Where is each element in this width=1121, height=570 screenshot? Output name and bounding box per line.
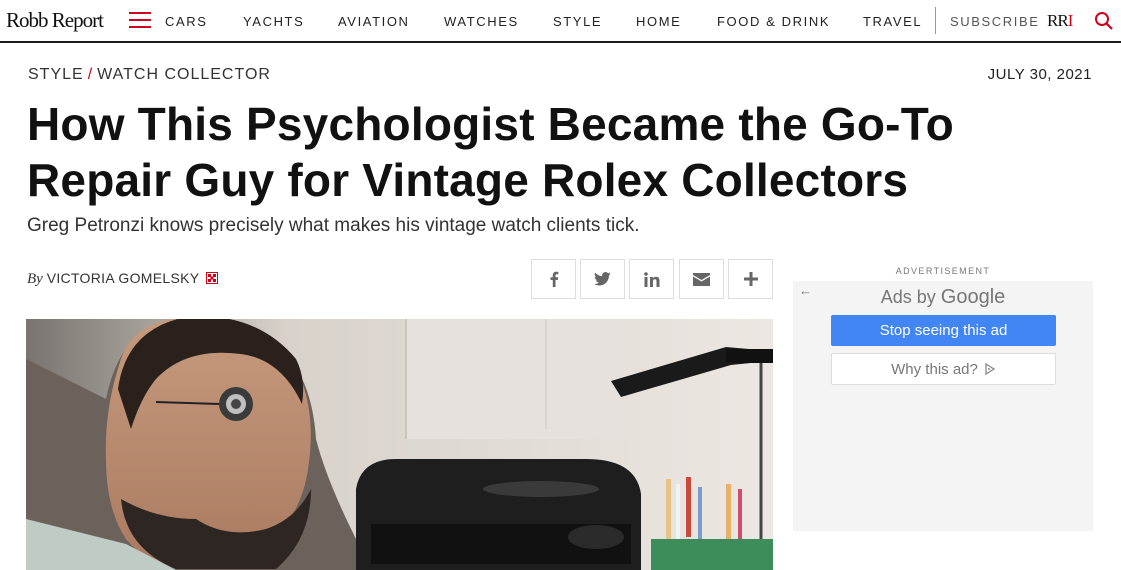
- email-icon: [693, 272, 710, 286]
- top-nav: Robb Report CARS YACHTS AVIATION WATCHES…: [0, 0, 1121, 43]
- breadcrumb: STYLE / WATCH COLLECTOR: [28, 66, 271, 84]
- author-link[interactable]: VICTORIA GOMELSKY: [47, 270, 200, 286]
- why-this-ad-label: Why this ad?: [891, 360, 978, 378]
- ad-container: ← Ads by Google Stop seeing this ad Why …: [793, 281, 1093, 531]
- rr-mark-right: I: [1067, 11, 1074, 30]
- nav-item-food-drink[interactable]: FOOD & DRINK: [717, 14, 863, 29]
- nav-item-yachts[interactable]: YACHTS: [243, 14, 338, 29]
- nav-item-watches[interactable]: WATCHES: [444, 14, 553, 29]
- publish-date: JULY 30, 2021: [987, 66, 1092, 83]
- breadcrumb-separator: /: [87, 66, 94, 83]
- nav-item-cars[interactable]: CARS: [165, 14, 243, 29]
- byline: By VICTORIA GOMELSKY: [27, 270, 219, 288]
- subscribe-link[interactable]: SUBSCRIBE: [950, 14, 1040, 29]
- nav-item-aviation[interactable]: AVIATION: [338, 14, 444, 29]
- share-linkedin-button[interactable]: [629, 259, 674, 299]
- adchoices-icon: [985, 363, 996, 375]
- share-more-button[interactable]: [728, 259, 773, 299]
- why-this-ad-button[interactable]: Why this ad?: [831, 353, 1056, 385]
- google-wordmark: Google: [940, 286, 1006, 308]
- nav-item-style[interactable]: STYLE: [553, 14, 636, 29]
- nav-links: CARS YACHTS AVIATION WATCHES STYLE HOME …: [165, 14, 922, 29]
- hero-image: [26, 319, 773, 570]
- ads-by-google: Ads by Google: [793, 286, 1093, 309]
- linkedin-icon: [643, 271, 659, 287]
- menu-icon[interactable]: [129, 12, 151, 30]
- twitter-icon: [594, 272, 611, 286]
- nav-item-home[interactable]: HOME: [636, 14, 717, 29]
- rr-insider-logo[interactable]: RRI: [1047, 11, 1074, 31]
- site-logo[interactable]: Robb Report: [6, 8, 104, 33]
- share-twitter-button[interactable]: [580, 259, 625, 299]
- nav-divider: [935, 7, 936, 34]
- byline-prefix: By: [27, 271, 43, 287]
- breadcrumb-watch-collector[interactable]: WATCH COLLECTOR: [97, 66, 271, 83]
- article-headline: How This Psychologist Became the Go-To R…: [27, 98, 954, 206]
- search-icon[interactable]: [1094, 11, 1114, 31]
- plus-icon: [743, 272, 758, 286]
- breadcrumb-style[interactable]: STYLE: [28, 66, 84, 83]
- nav-item-travel[interactable]: TRAVEL: [863, 14, 922, 29]
- advertisement-label: ADVERTISEMENT: [895, 266, 991, 276]
- rr-mark-left: RR: [1047, 11, 1069, 30]
- article-dek: Greg Petronzi knows precisely what makes…: [27, 215, 640, 236]
- facebook-icon: [550, 271, 558, 287]
- stop-seeing-ad-button[interactable]: Stop seeing this ad: [831, 315, 1056, 346]
- share-email-button[interactable]: [679, 259, 724, 299]
- ads-by-text: Ads by: [880, 287, 936, 307]
- author-badge-icon: [206, 272, 219, 284]
- share-facebook-button[interactable]: [531, 259, 576, 299]
